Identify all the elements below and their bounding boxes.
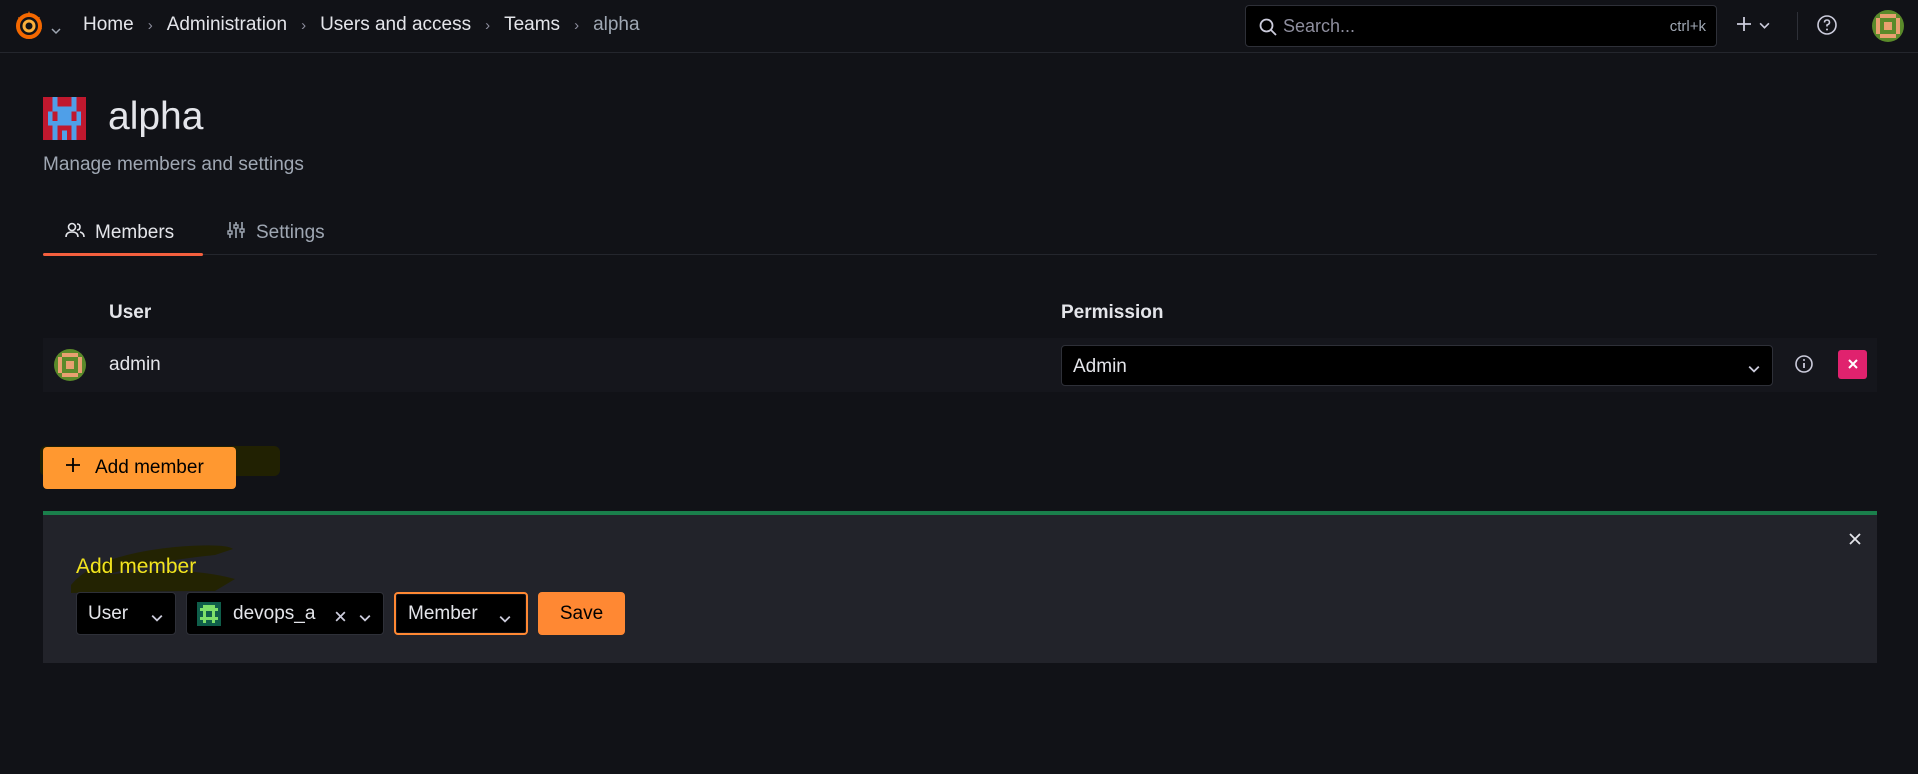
- tab-members[interactable]: Members: [43, 211, 203, 256]
- avatar: [54, 349, 86, 381]
- close-icon[interactable]: [1847, 531, 1863, 547]
- breadcrumb-teams[interactable]: Teams: [504, 14, 560, 36]
- column-header-user: User: [109, 302, 152, 323]
- grafana-logo-icon[interactable]: [12, 10, 48, 42]
- add-member-title: Add member: [76, 555, 197, 578]
- save-button[interactable]: Save: [538, 592, 625, 635]
- breadcrumb-home[interactable]: Home: [83, 14, 134, 36]
- breadcrumb-users-and-access[interactable]: Users and access: [320, 14, 471, 36]
- member-type-value: User: [88, 602, 129, 624]
- help-icon[interactable]: [1816, 14, 1840, 38]
- chevron-down-icon: [1748, 360, 1760, 380]
- team-avatar: [43, 97, 86, 140]
- search-icon: [1258, 17, 1278, 42]
- users-icon: [65, 221, 85, 245]
- breadcrumb-administration[interactable]: Administration: [167, 14, 287, 36]
- top-bar: Home › Administration › Users and access…: [0, 0, 1918, 53]
- chevron-down-icon: [151, 608, 163, 630]
- tab-bar: Members Settings: [43, 211, 1877, 256]
- user-avatar[interactable]: [1872, 10, 1904, 42]
- new-menu-button[interactable]: [1735, 12, 1779, 40]
- breadcrumb-separator-icon: ›: [574, 16, 580, 34]
- add-member-label: Add member: [95, 457, 204, 478]
- add-member-button[interactable]: Add member: [43, 447, 236, 489]
- breadcrumb-separator-icon: ›: [301, 16, 307, 34]
- tab-settings[interactable]: Settings: [226, 211, 325, 255]
- search-shortcut: ctrl+k: [1669, 18, 1706, 35]
- permission-value: Admin: [1073, 356, 1127, 377]
- column-header-permission: Permission: [1061, 302, 1164, 323]
- member-type-select[interactable]: User: [76, 592, 176, 635]
- chevron-down-icon: [1759, 16, 1770, 36]
- add-member-panel: Add member User devops_a Member Save: [43, 511, 1877, 663]
- role-select[interactable]: Member: [394, 592, 528, 635]
- info-icon[interactable]: [1793, 353, 1817, 377]
- permission-select[interactable]: Admin: [1061, 345, 1773, 386]
- breadcrumb-current: alpha: [593, 14, 640, 35]
- remove-member-button[interactable]: [1838, 350, 1867, 379]
- page-title: alpha: [108, 95, 204, 138]
- user-picker[interactable]: devops_a: [186, 592, 384, 635]
- divider: [1797, 12, 1798, 40]
- table-row: admin Admin: [43, 338, 1877, 392]
- role-value: Member: [408, 602, 478, 624]
- plus-icon: [65, 457, 81, 479]
- avatar: [197, 601, 221, 626]
- page-subtitle: Manage members and settings: [43, 154, 304, 175]
- member-name: admin: [109, 354, 161, 375]
- chevron-down-icon: [359, 608, 371, 630]
- chevron-down-icon[interactable]: [51, 21, 61, 35]
- clear-icon[interactable]: [334, 607, 347, 629]
- tab-settings-label: Settings: [256, 222, 325, 243]
- search-input[interactable]: [1283, 14, 1643, 38]
- close-icon: [1847, 355, 1859, 375]
- tab-members-label: Members: [95, 222, 175, 243]
- user-picker-value: devops_a: [233, 602, 316, 624]
- sliders-icon: [226, 221, 246, 245]
- breadcrumb-separator-icon: ›: [147, 16, 153, 34]
- chevron-down-icon: [499, 609, 511, 631]
- breadcrumb: Home › Administration › Users and access…: [83, 14, 640, 36]
- plus-icon: [1735, 15, 1753, 38]
- search-bar[interactable]: ctrl+k: [1245, 5, 1717, 47]
- breadcrumb-separator-icon: ›: [485, 16, 491, 34]
